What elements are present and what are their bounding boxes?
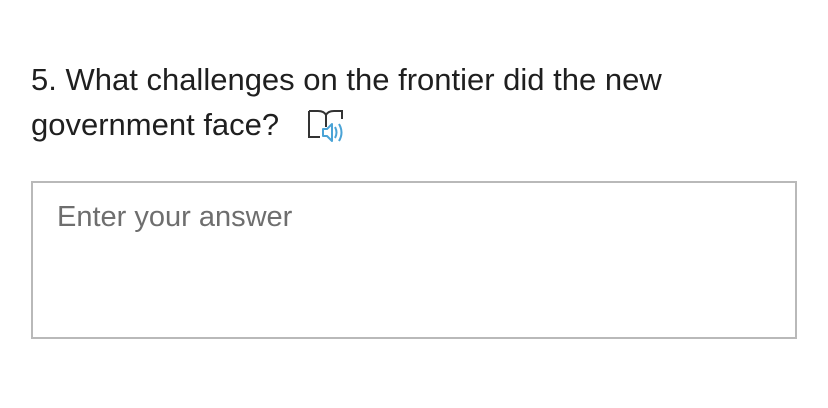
- book-speaker-icon: [307, 109, 343, 142]
- question-number: 5.: [31, 62, 57, 97]
- answer-input[interactable]: [31, 181, 797, 339]
- question-prompt: 5. What challenges on the frontier did t…: [31, 57, 791, 147]
- immersive-reader-icon[interactable]: [306, 105, 348, 143]
